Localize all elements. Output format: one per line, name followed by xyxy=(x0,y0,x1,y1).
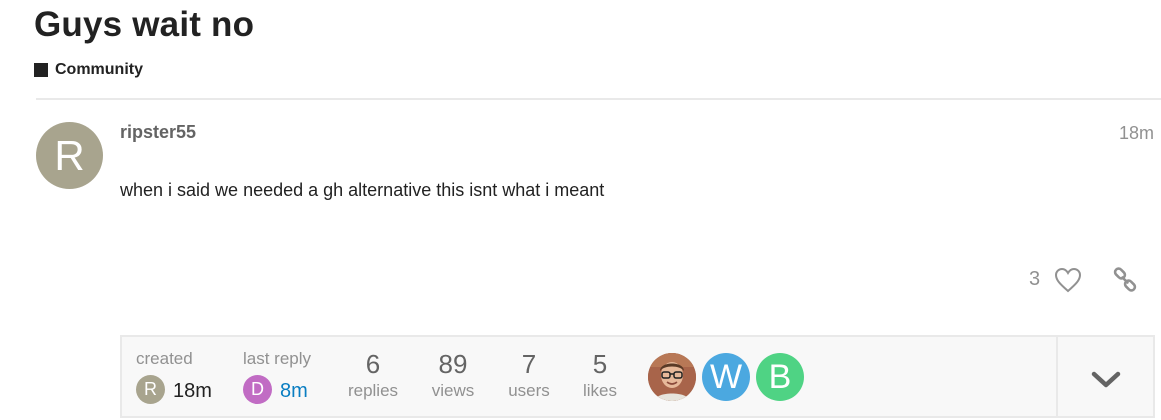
stat-replies-value: 6 xyxy=(365,349,381,379)
category-badge[interactable]: Community xyxy=(34,61,143,79)
post-author-username[interactable]: ripster55 xyxy=(120,122,196,143)
stat-users-label: users xyxy=(508,381,550,400)
stat-likes-label: likes xyxy=(582,381,617,400)
created-time[interactable]: 18m xyxy=(173,380,212,403)
chevron-down-icon[interactable] xyxy=(1088,367,1124,391)
topic-map: created R 18m last reply D 8m 6 replies … xyxy=(120,335,1155,418)
participant-photo-image xyxy=(648,353,696,401)
post-body: when i said we needed a gh alternative t… xyxy=(120,180,605,200)
participant-avatar-b[interactable]: B xyxy=(756,353,804,401)
participant-avatar-photo[interactable] xyxy=(648,353,696,401)
participant-avatar-w[interactable]: W xyxy=(702,353,750,401)
category-label: Community xyxy=(55,61,143,78)
stat-likes-value: 5 xyxy=(592,349,608,379)
stat-replies-label: replies xyxy=(347,381,399,400)
stat-views-value: 89 xyxy=(438,349,468,379)
stat-views-label: views xyxy=(431,381,475,400)
topic-map-divider xyxy=(1056,337,1058,416)
last-reply-time[interactable]: 8m xyxy=(280,380,308,403)
heart-icon[interactable] xyxy=(1054,267,1082,293)
stat-likes: 5 likes xyxy=(571,349,629,402)
last-reply-label: last reply xyxy=(243,349,312,368)
stat-users-value: 7 xyxy=(521,349,537,379)
stat-users: 7 users xyxy=(500,349,558,402)
stat-views: 89 views xyxy=(424,349,482,402)
post-age[interactable]: 18m xyxy=(1119,123,1154,144)
post-author-avatar[interactable]: R xyxy=(36,122,103,189)
like-count[interactable]: 3 xyxy=(1029,268,1040,291)
link-icon[interactable] xyxy=(1112,267,1138,293)
created-avatar[interactable]: R xyxy=(136,375,165,404)
topic-title: Guys wait no xyxy=(34,5,255,44)
last-reply-avatar[interactable]: D xyxy=(243,375,272,404)
category-swatch xyxy=(34,63,48,77)
created-label: created xyxy=(136,349,193,368)
stat-replies: 6 replies xyxy=(344,349,402,402)
title-divider xyxy=(36,98,1161,100)
